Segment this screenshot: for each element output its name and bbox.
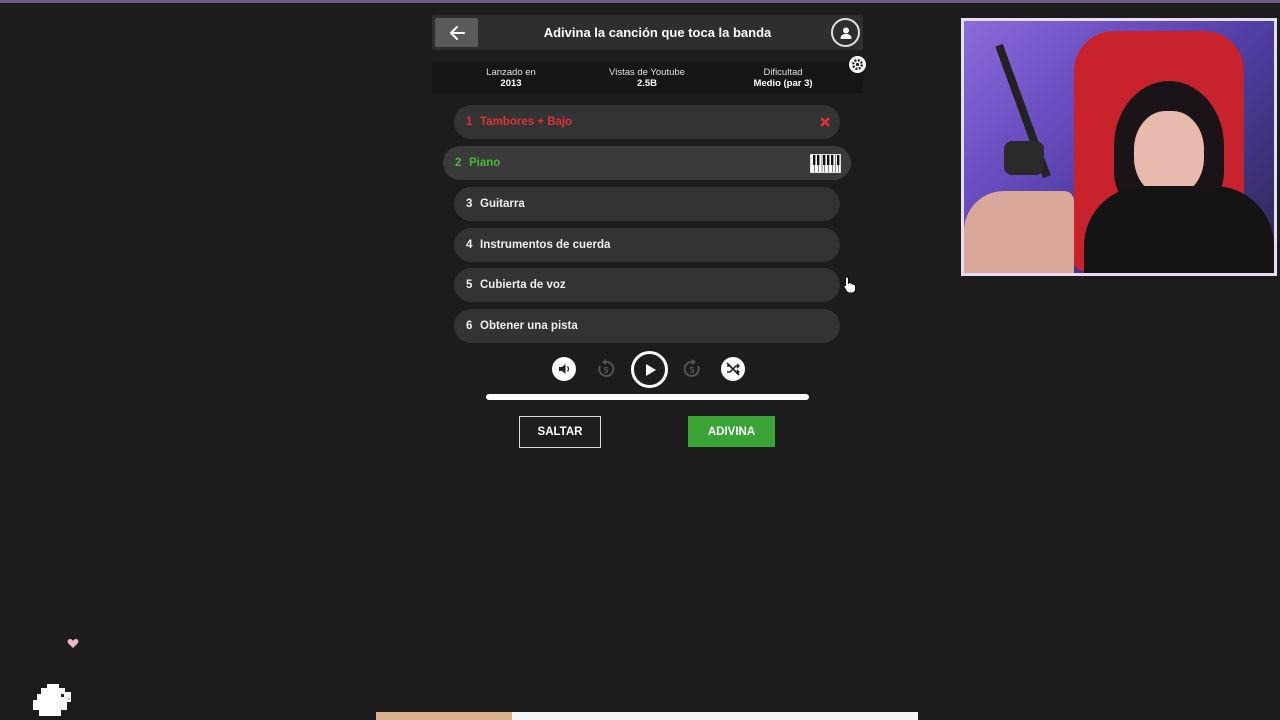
forward-5-icon: 5 xyxy=(683,359,700,377)
stem-strings[interactable]: 4 Instrumentos de cuerda xyxy=(454,228,840,262)
stem-number: 4 xyxy=(466,239,473,251)
guess-button[interactable]: ADIVINA xyxy=(688,416,775,447)
play-icon xyxy=(645,363,656,376)
streamer-face xyxy=(1134,111,1204,196)
info-value: 2013 xyxy=(500,78,522,89)
profile-button[interactable] xyxy=(831,18,860,47)
rewind-5-button[interactable]: 5 xyxy=(595,358,617,380)
info-label: Lanzado en xyxy=(486,67,536,78)
play-button[interactable] xyxy=(631,351,668,388)
svg-text:5: 5 xyxy=(689,366,695,375)
stem-label: Piano xyxy=(469,157,501,169)
shuffle-disabled-icon xyxy=(726,362,740,376)
info-label: Dificultad xyxy=(763,67,803,78)
difficulty-info: Dificultad Medio (par 3) xyxy=(718,67,848,89)
stem-drums-bass[interactable]: 1 Tambores + Bajo xyxy=(454,105,840,139)
stem-number: 3 xyxy=(466,198,473,210)
hand-cursor-icon xyxy=(843,276,856,294)
gear-icon xyxy=(851,58,864,71)
stem-label: Obtener una pista xyxy=(480,320,578,332)
volume-button[interactable] xyxy=(552,357,576,381)
top-strip xyxy=(0,0,1280,3)
shuffle-button[interactable] xyxy=(721,357,745,381)
svg-text:5: 5 xyxy=(603,366,609,375)
stem-hint[interactable]: 6 Obtener una pista xyxy=(454,309,840,343)
stem-piano[interactable]: 2 Piano xyxy=(443,146,851,180)
stem-number: 6 xyxy=(466,320,473,332)
piano-icon xyxy=(810,154,841,173)
stem-guitar[interactable]: 3 Guitarra xyxy=(454,187,840,221)
arrow-left-icon xyxy=(449,25,465,40)
stem-label: Cubierta de voz xyxy=(480,279,566,291)
stem-number: 5 xyxy=(466,279,473,291)
info-label: Vistas de Youtube xyxy=(609,67,685,78)
settings-button[interactable] xyxy=(849,56,866,73)
stem-label: Guitarra xyxy=(480,198,525,210)
skip-button[interactable]: SALTAR xyxy=(519,416,601,448)
game-header: Adivina la canción que toca la banda xyxy=(432,15,863,50)
heart-icon xyxy=(67,639,79,648)
streamer-webcam xyxy=(961,18,1277,276)
stem-number: 2 xyxy=(455,157,462,169)
info-value: Medio (par 3) xyxy=(753,78,813,89)
streamer-body xyxy=(1084,186,1274,273)
ad-image xyxy=(376,712,512,720)
close-icon xyxy=(820,117,830,127)
ad-banner[interactable] xyxy=(376,712,918,720)
user-icon xyxy=(840,27,851,39)
pixel-pet-icon xyxy=(33,684,71,716)
youtube-views-info: Vistas de Youtube 2.5B xyxy=(582,67,712,89)
webcam-foreground xyxy=(964,191,1074,273)
release-year-info: Lanzado en 2013 xyxy=(446,67,576,89)
stem-label: Tambores + Bajo xyxy=(480,116,573,128)
info-value: 2.5B xyxy=(636,78,658,89)
stem-number: 1 xyxy=(466,116,473,128)
playback-progress-bar[interactable] xyxy=(486,394,809,400)
volume-icon xyxy=(559,364,570,374)
rewind-5-icon: 5 xyxy=(598,359,615,377)
page-title: Adivina la canción que toca la banda xyxy=(543,25,772,40)
microphone xyxy=(1004,141,1044,175)
stem-vocals[interactable]: 5 Cubierta de voz xyxy=(454,268,840,302)
back-button[interactable] xyxy=(435,18,478,47)
stem-label: Instrumentos de cuerda xyxy=(480,239,611,251)
forward-5-button[interactable]: 5 xyxy=(681,358,703,380)
song-info-bar: Lanzado en 2013 Vistas de Youtube 2.5B D… xyxy=(432,62,863,93)
